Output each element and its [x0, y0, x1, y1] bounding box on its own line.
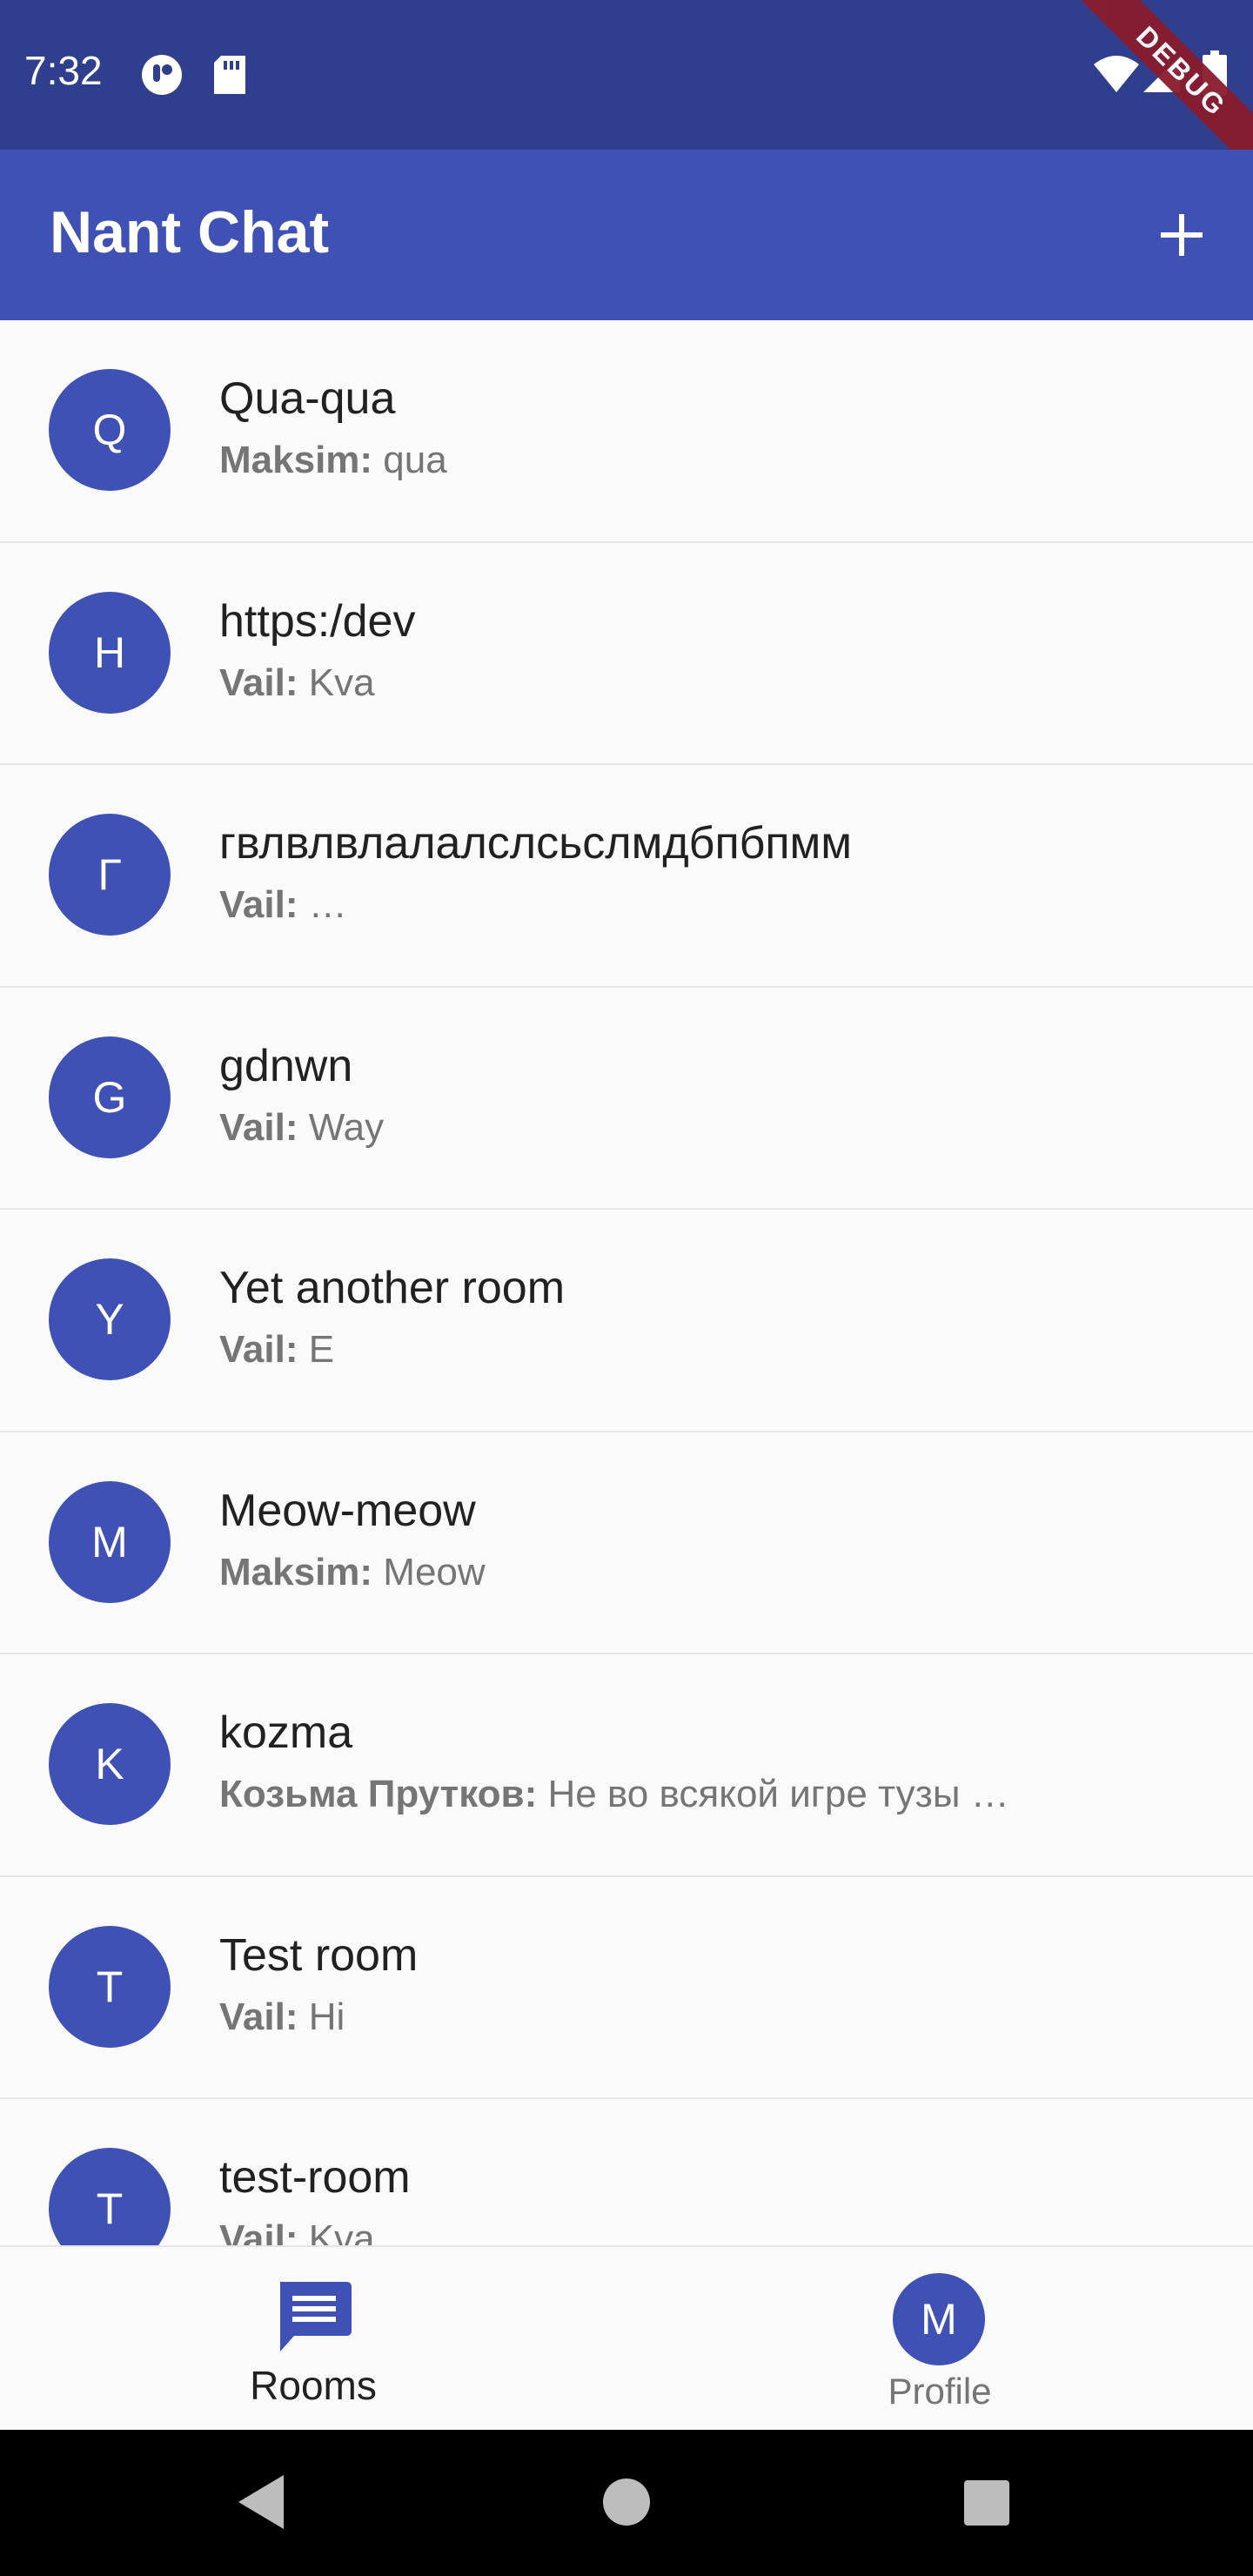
room-last-message: Vail: Kva — [219, 661, 375, 705]
room-name: kozma — [219, 1707, 353, 1758]
message-sender: Vail: — [219, 661, 298, 704]
room-avatar: M — [49, 1480, 171, 1603]
status-time: 7:32 — [24, 48, 103, 93]
home-icon[interactable] — [603, 2479, 650, 2526]
room-last-message: Vail: Way — [219, 1106, 384, 1150]
nav-tab-rooms[interactable]: Rooms — [174, 2268, 452, 2416]
room-avatar: Г — [49, 814, 171, 936]
room-avatar: T — [49, 2148, 171, 2245]
wifi-icon — [1094, 56, 1139, 92]
message-text: Meow — [372, 1550, 486, 1593]
nav-tab-profile[interactable]: M Profile — [801, 2268, 1079, 2416]
recent-apps-icon[interactable] — [964, 2480, 1009, 2526]
message-text: E — [298, 1328, 335, 1371]
room-list-item[interactable]: T Test room Vail: Hi — [0, 1876, 1253, 2099]
room-name: gdnwn — [219, 1040, 353, 1091]
room-name: test-room — [219, 2152, 411, 2203]
message-text: … — [298, 883, 347, 926]
room-avatar: T — [49, 1925, 171, 2048]
room-name: гвлвлвлалалслсьслмдбпбпмм — [219, 818, 853, 869]
room-list-item[interactable]: Y Yet another room Vail: E — [0, 1210, 1253, 1432]
nav-rooms-label: Rooms — [250, 2363, 377, 2408]
room-name: Test room — [219, 1929, 419, 1981]
room-list-item[interactable]: H https:/dev Vail: Kva — [0, 542, 1253, 765]
message-text: Way — [298, 1105, 385, 1149]
room-last-message: Maksim: Meow — [219, 1551, 486, 1594]
room-name: https:/dev — [219, 595, 416, 647]
add-room-button[interactable] — [1145, 198, 1218, 272]
room-list-item[interactable]: G gdnwn Vail: Way — [0, 987, 1253, 1210]
room-avatar: Y — [49, 1258, 171, 1380]
room-last-message: Vail: … — [219, 883, 347, 927]
message-sender: Vail: — [219, 883, 298, 926]
message-sender: Vail: — [219, 1995, 298, 2038]
chat-icon — [280, 2282, 352, 2351]
room-list-item[interactable]: Г гвлвлвлалалслсьслмдбпбпмм Vail: … — [0, 765, 1253, 988]
profile-avatar: M — [893, 2273, 985, 2365]
message-sender: Vail: — [219, 1328, 298, 1371]
nav-profile-label: Profile — [888, 2371, 992, 2412]
message-sender: Vail: — [219, 2217, 298, 2245]
room-avatar: G — [49, 1036, 171, 1158]
plus-icon — [1161, 214, 1203, 256]
system-navigation-bar — [0, 2430, 1253, 2576]
room-list-item[interactable]: T test-room Vail: Kva — [0, 2099, 1253, 2245]
message-text: Kva — [298, 661, 375, 704]
app-notification-icon — [142, 55, 182, 95]
status-bar: 7:32 DEBUG — [0, 0, 1253, 185]
room-avatar: Q — [49, 369, 171, 491]
back-icon[interactable] — [237, 2473, 285, 2531]
message-text: Kva — [298, 2217, 375, 2245]
bottom-navigation: Rooms M Profile — [0, 2245, 1253, 2430]
sd-card-icon — [214, 56, 245, 94]
room-name: Qua-qua — [219, 373, 396, 424]
room-name: Yet another room — [219, 1263, 566, 1313]
room-last-message: Maksim: qua — [219, 439, 447, 482]
message-sender: Maksim: — [219, 439, 373, 481]
room-name: Meow-meow — [219, 1485, 476, 1536]
room-avatar: H — [49, 591, 171, 714]
room-last-message: Vail: Hi — [219, 1996, 345, 2039]
app-title: Nant Chat — [50, 199, 330, 265]
message-text: qua — [372, 439, 447, 481]
message-text: Не во всякой игре тузы … — [537, 1773, 1009, 1815]
room-last-message: Козьма Прутков: Не во всякой игре тузы … — [219, 1773, 1009, 1816]
app-bar: Nant Chat — [0, 150, 1253, 320]
room-list-item[interactable]: Q Qua-qua Maksim: qua — [0, 320, 1253, 543]
room-list[interactable]: Q Qua-qua Maksim: qua H https:/dev Vail:… — [0, 320, 1253, 2245]
room-last-message: Vail: Kva — [219, 2217, 375, 2245]
room-list-item[interactable]: M Meow-meow Maksim: Meow — [0, 1432, 1253, 1654]
screen: 7:32 DEBUG Nant Chat Q Qua-qua Maksim: q… — [0, 0, 1253, 2576]
message-sender: Maksim: — [219, 1550, 373, 1593]
room-last-message: Vail: E — [219, 1328, 334, 1372]
message-text: Hi — [298, 1995, 345, 2038]
message-sender: Vail: — [219, 1105, 298, 1149]
room-list-item[interactable]: K kozma Козьма Прутков: Не во всякой игр… — [0, 1654, 1253, 1877]
message-sender: Козьма Прутков: — [219, 1773, 538, 1815]
room-avatar: K — [49, 1703, 171, 1825]
